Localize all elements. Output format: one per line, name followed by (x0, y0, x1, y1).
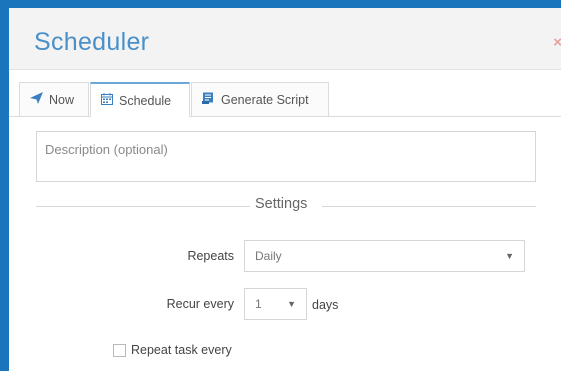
description-input[interactable]: Description (optional) (36, 131, 536, 182)
calendar-icon (101, 93, 113, 108)
dialog-title: Scheduler (34, 28, 150, 56)
repeat-task-label: Repeat task every (131, 343, 232, 357)
chevron-down-icon: ▼ (287, 299, 296, 309)
dialog-header: Scheduler × (9, 8, 561, 70)
tab-now[interactable]: Now (19, 82, 89, 116)
tab-generate-script[interactable]: Generate Script (191, 82, 329, 116)
tab-now-label: Now (49, 92, 75, 107)
settings-heading: Settings (255, 196, 308, 212)
repeats-value: Daily (255, 249, 282, 263)
recur-every-label: Recur every (166, 297, 234, 311)
settings-rule-right (322, 206, 536, 207)
description-placeholder: Description (optional) (45, 142, 168, 157)
tab-bar: Now Schedule Generate Script (19, 82, 561, 117)
settings-rule-left (36, 206, 250, 207)
script-icon (202, 92, 215, 107)
recur-every-select[interactable]: 1 ▼ (244, 288, 307, 320)
repeats-select[interactable]: Daily ▼ (244, 240, 525, 272)
recur-unit-label: days (312, 298, 339, 312)
chevron-down-icon: ▼ (505, 251, 514, 261)
tab-schedule-label: Schedule (119, 93, 172, 108)
tab-generate-script-label: Generate Script (221, 92, 309, 107)
close-icon[interactable]: × (553, 34, 561, 51)
repeat-task-checkbox[interactable] (113, 344, 126, 357)
send-icon (30, 92, 43, 107)
repeats-label: Repeats (187, 249, 234, 263)
recur-every-value: 1 (255, 297, 262, 311)
tab-schedule[interactable]: Schedule (90, 82, 190, 117)
settings-divider: Settings (36, 196, 536, 216)
